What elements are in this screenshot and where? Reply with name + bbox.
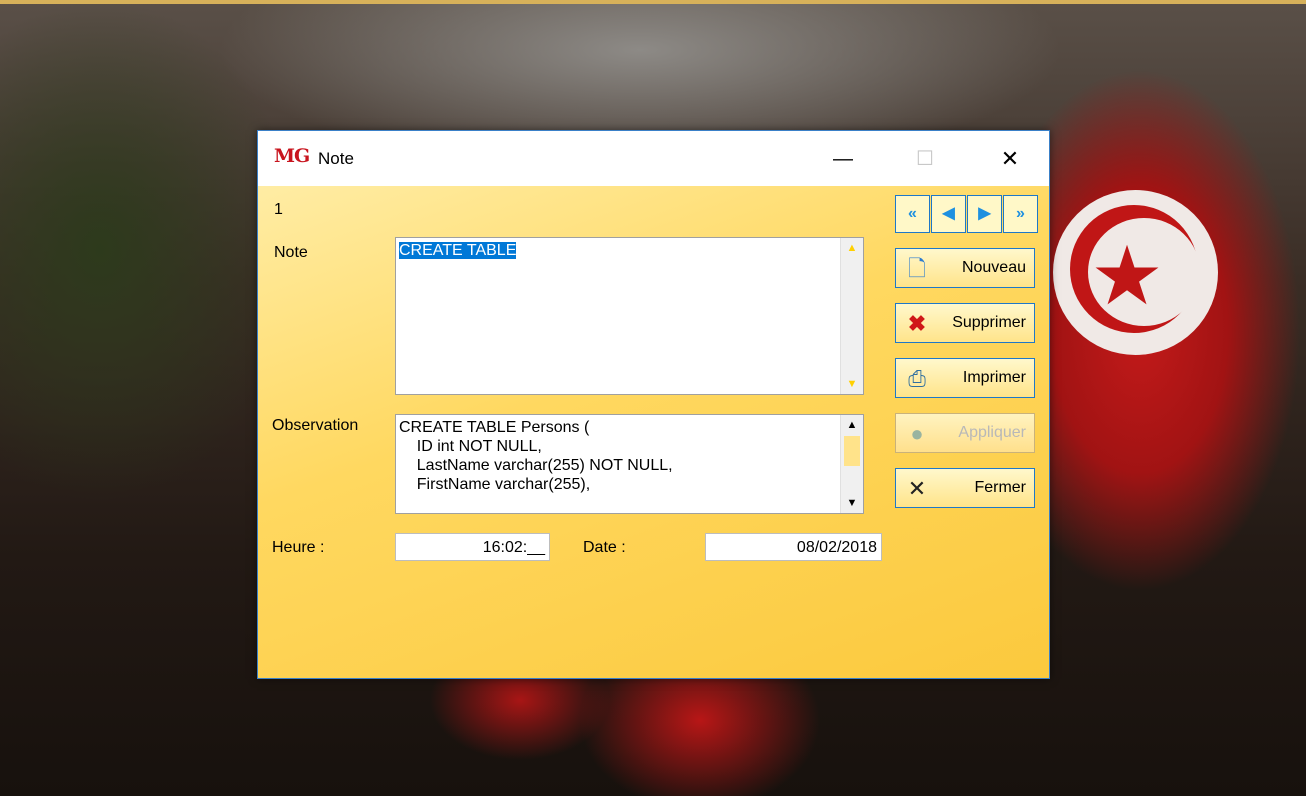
scroll-down-arrow-icon[interactable]: ▼	[841, 374, 863, 394]
scroll-down-arrow-icon[interactable]: ▼	[841, 493, 863, 513]
imprimer-label: Imprimer	[962, 369, 1026, 386]
observation-scrollbar[interactable]: ▲ ▼	[840, 415, 863, 513]
title-bar[interactable]: MG Note — ☐ ✕	[258, 131, 1049, 186]
record-number: 1	[274, 201, 283, 218]
supprimer-label: Supprimer	[952, 314, 1026, 331]
date-label: Date :	[583, 539, 626, 556]
minimize-button[interactable]: —	[821, 137, 865, 181]
next-record-button[interactable]: ▶	[967, 195, 1002, 233]
close-window-button[interactable]: ✕	[988, 137, 1032, 181]
nouveau-button[interactable]: 🗋 Nouveau	[895, 248, 1035, 288]
observation-textarea[interactable]: CREATE TABLE Persons ( ID int NOT NULL, …	[395, 414, 864, 514]
scroll-thumb[interactable]	[844, 436, 860, 466]
note-scrollbar[interactable]: ▲ ▼	[840, 238, 863, 394]
close-x-icon: ✕	[907, 476, 927, 501]
last-record-button[interactable]: »	[1003, 195, 1038, 233]
apply-check-icon: ●	[910, 421, 924, 446]
fermer-button[interactable]: ✕ Fermer	[895, 468, 1035, 508]
date-input[interactable]: 08/02/2018	[705, 533, 882, 561]
appliquer-label: Appliquer	[958, 424, 1026, 441]
note-dialog: MG Note — ☐ ✕ 1 Note CREATE TABLE ▲ ▼ Ob…	[257, 130, 1050, 679]
first-record-button[interactable]: «	[895, 195, 930, 233]
heure-label: Heure :	[272, 539, 325, 556]
printer-icon: ⎙	[908, 366, 926, 391]
record-navigator: « ◀ ▶ »	[895, 195, 1038, 233]
observation-label: Observation	[272, 417, 359, 434]
note-label: Note	[274, 244, 308, 261]
flag-star-icon: ★	[1090, 231, 1164, 322]
appliquer-button[interactable]: ● Appliquer	[895, 413, 1035, 453]
imprimer-button[interactable]: ⎙ Imprimer	[895, 358, 1035, 398]
desktop-top-strip	[0, 0, 1306, 4]
new-document-icon: 🗋	[908, 256, 926, 281]
fermer-label: Fermer	[974, 479, 1026, 496]
scroll-up-arrow-icon[interactable]: ▲	[841, 238, 863, 258]
window-title: Note	[318, 149, 354, 168]
supprimer-button[interactable]: ✖ Supprimer	[895, 303, 1035, 343]
heure-input[interactable]: 16:02:__	[395, 533, 550, 561]
nouveau-label: Nouveau	[961, 259, 1026, 276]
maximize-button[interactable]: ☐	[903, 137, 947, 181]
scroll-up-arrow-icon[interactable]: ▲	[841, 415, 863, 435]
note-textarea[interactable]: CREATE TABLE ▲ ▼	[395, 237, 864, 395]
observation-text: CREATE TABLE Persons ( ID int NOT NULL, …	[399, 419, 673, 493]
delete-x-icon: ✖	[907, 311, 927, 336]
note-text-selected: CREATE TABLE	[399, 242, 517, 259]
previous-record-button[interactable]: ◀	[931, 195, 966, 233]
app-logo-icon: MG	[274, 145, 310, 167]
